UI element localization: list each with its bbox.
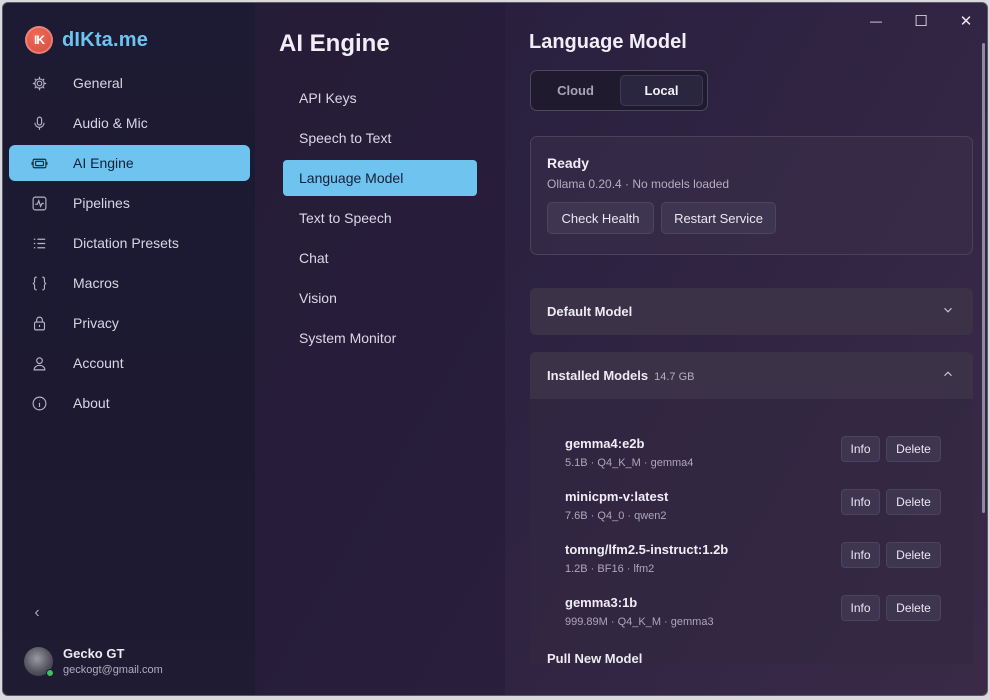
subnav-item-speech-to-text[interactable]: Speech to Text — [283, 120, 477, 156]
user-email: geckogt@gmail.com — [63, 664, 163, 676]
app-window: IK dIKta.me General Audio & Mic AI Engin… — [2, 2, 988, 696]
avatar — [24, 646, 54, 677]
model-info-button[interactable]: Info — [841, 595, 880, 621]
chevron-down-icon — [939, 301, 957, 319]
model-row: gemma3:1b 999.89M · Q4_K_M · gemma3 Info… — [565, 595, 945, 639]
status-title: Ready — [547, 155, 590, 171]
microphone-icon — [29, 113, 49, 133]
installed-models-title: Installed Models — [547, 368, 649, 383]
close-button[interactable]: ✕ — [952, 9, 980, 33]
sidebar-item-audio-mic[interactable]: Audio & Mic — [9, 105, 250, 141]
user-profile[interactable]: Gecko GT geckogt@gmail.com — [24, 646, 163, 677]
app-logo: IK — [25, 26, 53, 54]
model-row: tomng/lfm2.5-instruct:1.2b 1.2B · BF16 ·… — [565, 542, 945, 586]
maximize-icon: ☐ — [914, 13, 928, 30]
subnav-panel: AI Engine API Keys Speech to Text Langua… — [255, 3, 505, 695]
model-info-button[interactable]: Info — [841, 542, 880, 568]
check-health-button[interactable]: Check Health — [547, 202, 654, 234]
sidebar-item-label: Dictation Presets — [73, 235, 179, 251]
collapse-sidebar-button[interactable]: ‹ — [27, 603, 47, 623]
sidebar-item-label: AI Engine — [73, 155, 134, 171]
brand: IK dIKta.me — [25, 26, 148, 54]
sidebar-item-label: Privacy — [73, 315, 119, 331]
gear-icon — [29, 73, 49, 93]
sidebar-item-label: Audio & Mic — [73, 115, 148, 131]
sidebar-item-label: General — [73, 75, 123, 91]
page-title: Language Model — [529, 31, 687, 53]
model-delete-button[interactable]: Delete — [886, 595, 941, 621]
sidebar-item-ai-engine[interactable]: AI Engine — [9, 145, 250, 181]
section-title: AI Engine — [279, 30, 390, 57]
model-info-button[interactable]: Info — [841, 489, 880, 515]
sidebar-item-label: Pipelines — [73, 195, 130, 211]
activity-icon — [29, 193, 49, 213]
subnav-item-system-monitor[interactable]: System Monitor — [283, 320, 477, 356]
sidebar-item-privacy[interactable]: Privacy — [9, 305, 250, 341]
default-model-accordion[interactable]: Default Model — [530, 288, 973, 335]
installed-models-header[interactable]: Installed Models 14.7 GB — [530, 352, 973, 399]
model-info-button[interactable]: Info — [841, 436, 880, 462]
online-status-dot — [46, 668, 54, 677]
status-meta: Ollama 0.20.4 · No models loaded — [547, 177, 730, 191]
maximize-button[interactable]: ☐ — [907, 9, 935, 33]
sidebar-item-pipelines[interactable]: Pipelines — [9, 185, 250, 221]
model-delete-button[interactable]: Delete — [886, 436, 941, 462]
close-icon: ✕ — [959, 13, 973, 30]
pull-new-model-label: Pull New Model — [547, 651, 643, 664]
model-row: minicpm-v:latest 7.6B · Q4_0 · qwen2 Inf… — [565, 489, 945, 533]
sidebar-item-account[interactable]: Account — [9, 345, 250, 381]
list-icon — [29, 233, 49, 253]
default-model-label: Default Model — [547, 304, 633, 319]
sidebar: IK dIKta.me General Audio & Mic AI Engin… — [3, 3, 255, 695]
main-panel: — ☐ ✕ Language Model Cloud Local Ready O… — [505, 3, 987, 695]
segment-cloud[interactable]: Cloud — [535, 75, 616, 106]
subnav-item-text-to-speech[interactable]: Text to Speech — [283, 200, 477, 236]
subnav-item-chat[interactable]: Chat — [283, 240, 477, 276]
sidebar-item-label: Macros — [73, 275, 119, 291]
info-icon — [29, 393, 49, 413]
model-delete-button[interactable]: Delete — [886, 489, 941, 515]
restart-service-button[interactable]: Restart Service — [661, 202, 776, 234]
user-icon — [29, 353, 49, 373]
subnav-item-api-keys[interactable]: API Keys — [283, 80, 477, 116]
segment-local[interactable]: Local — [620, 75, 703, 106]
minimize-icon: — — [870, 14, 882, 28]
chevron-left-icon: ‹ — [34, 604, 40, 621]
minimize-button[interactable]: — — [862, 9, 890, 33]
main-scrollbar[interactable] — [982, 43, 985, 513]
chevron-up-icon — [939, 365, 957, 383]
user-info: Gecko GT geckogt@gmail.com — [63, 646, 163, 676]
subnav-item-language-model[interactable]: Language Model — [283, 160, 477, 196]
app-name: dIKta.me — [62, 28, 149, 51]
subnav-item-vision[interactable]: Vision — [283, 280, 477, 316]
installed-models-label: Installed Models 14.7 GB — [547, 368, 695, 383]
sidebar-item-macros[interactable]: Macros — [9, 265, 250, 301]
installed-size: 14.7 GB — [654, 371, 695, 383]
lock-icon — [29, 313, 49, 333]
braces-icon — [29, 273, 49, 293]
sidebar-nav: General Audio & Mic AI Engine Pipelines — [9, 65, 250, 425]
logo-text: IK — [34, 33, 45, 47]
sidebar-item-label: About — [73, 395, 110, 411]
model-delete-button[interactable]: Delete — [886, 542, 941, 568]
sidebar-item-dictation-presets[interactable]: Dictation Presets — [9, 225, 250, 261]
sidebar-item-label: Account — [73, 355, 124, 371]
sidebar-item-about[interactable]: About — [9, 385, 250, 421]
subnav-list: API Keys Speech to Text Language Model T… — [283, 80, 477, 360]
service-status-card: Ready Ollama 0.20.4 · No models loaded C… — [530, 136, 973, 255]
model-row: gemma4:e2b 5.1B · Q4_K_M · gemma4 Info D… — [565, 436, 945, 480]
sidebar-item-general[interactable]: General — [9, 65, 250, 101]
chip-icon — [29, 153, 49, 173]
installed-models-section: Installed Models 14.7 GB gemma4:e2b 5.1B … — [530, 352, 973, 664]
provider-toggle: Cloud Local — [530, 70, 708, 111]
user-name: Gecko GT — [63, 646, 125, 661]
